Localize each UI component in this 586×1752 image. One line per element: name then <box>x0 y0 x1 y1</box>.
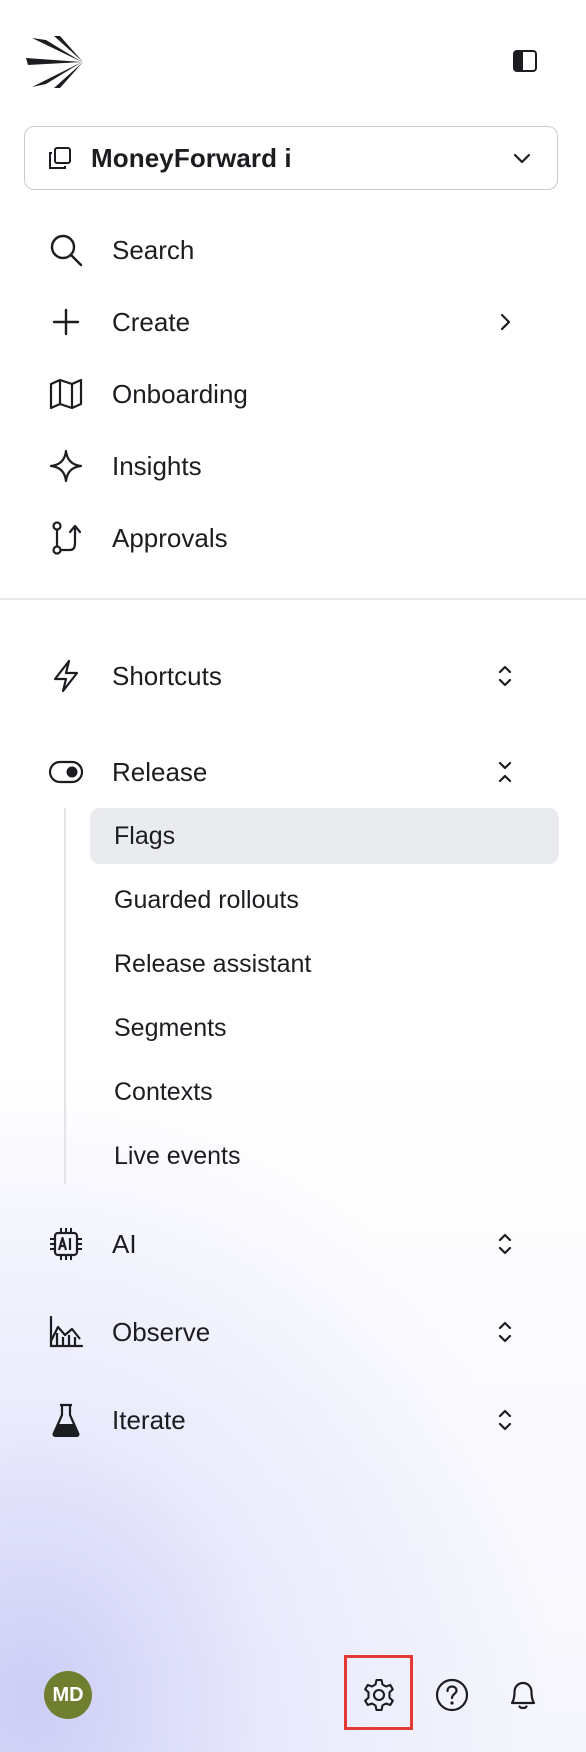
section-label: Observe <box>112 1316 211 1347</box>
section-label: Iterate <box>112 1404 186 1435</box>
nav-onboarding[interactable]: Onboarding <box>40 366 540 422</box>
sidebar-collapse-icon[interactable] <box>510 46 540 76</box>
section-iterate[interactable]: Iterate <box>40 1392 540 1448</box>
nav-create[interactable]: Create <box>40 294 540 350</box>
chevron-up-down-icon <box>490 661 520 691</box>
section-release[interactable]: Release <box>40 744 540 800</box>
git-pull-icon <box>48 520 84 556</box>
bell-icon[interactable] <box>498 1670 548 1720</box>
chevron-down-icon <box>507 143 537 173</box>
search-icon <box>48 232 84 268</box>
divider <box>0 598 586 600</box>
help-circle-icon[interactable] <box>427 1670 477 1720</box>
nav-search[interactable]: Search <box>40 222 540 278</box>
sidebar: MoneyForward i Search Create Onboarding … <box>0 0 586 1752</box>
submenu-release-assistant[interactable]: Release assistant <box>90 936 559 992</box>
section-label: AI <box>112 1228 137 1259</box>
chevron-up-down-icon <box>490 1229 520 1259</box>
lightning-icon <box>48 658 84 694</box>
nav-approvals[interactable]: Approvals <box>40 510 540 566</box>
launchdarkly-logo-icon[interactable] <box>26 32 86 92</box>
sparkle-icon <box>48 448 84 484</box>
ai-chip-icon <box>48 1226 84 1262</box>
submenu-contexts[interactable]: Contexts <box>90 1064 559 1120</box>
section-ai[interactable]: AI <box>40 1216 540 1272</box>
nav-label: Approvals <box>112 522 228 553</box>
plus-icon <box>48 304 84 340</box>
avatar[interactable]: MD <box>44 1671 92 1719</box>
project-name: MoneyForward i <box>91 142 292 173</box>
map-icon <box>48 376 84 412</box>
submenu-segments[interactable]: Segments <box>90 1000 559 1056</box>
submenu-guarded-rollouts[interactable]: Guarded rollouts <box>90 872 559 928</box>
section-shortcuts[interactable]: Shortcuts <box>40 648 540 704</box>
highlight-box <box>344 1655 413 1730</box>
chevron-right-icon <box>490 307 520 337</box>
submenu-rail <box>64 808 66 1184</box>
nav-label: Search <box>112 234 195 265</box>
section-label: Release <box>112 756 208 787</box>
copy-stack-icon <box>45 143 75 173</box>
nav-label: Onboarding <box>112 378 248 409</box>
section-observe[interactable]: Observe <box>40 1304 540 1360</box>
chevron-collapse-icon <box>490 757 520 787</box>
submenu-flags[interactable]: Flags <box>90 808 559 864</box>
flask-icon <box>48 1402 84 1438</box>
area-chart-icon <box>48 1314 84 1350</box>
submenu-live-events[interactable]: Live events <box>90 1128 559 1184</box>
nav-label: Insights <box>112 450 202 481</box>
section-label: Shortcuts <box>112 660 222 691</box>
project-selector[interactable]: MoneyForward i <box>24 126 558 190</box>
toggle-icon <box>48 754 84 790</box>
nav-label: Create <box>112 306 191 337</box>
nav-insights[interactable]: Insights <box>40 438 540 494</box>
chevron-up-down-icon <box>490 1317 520 1347</box>
chevron-up-down-icon <box>490 1405 520 1435</box>
